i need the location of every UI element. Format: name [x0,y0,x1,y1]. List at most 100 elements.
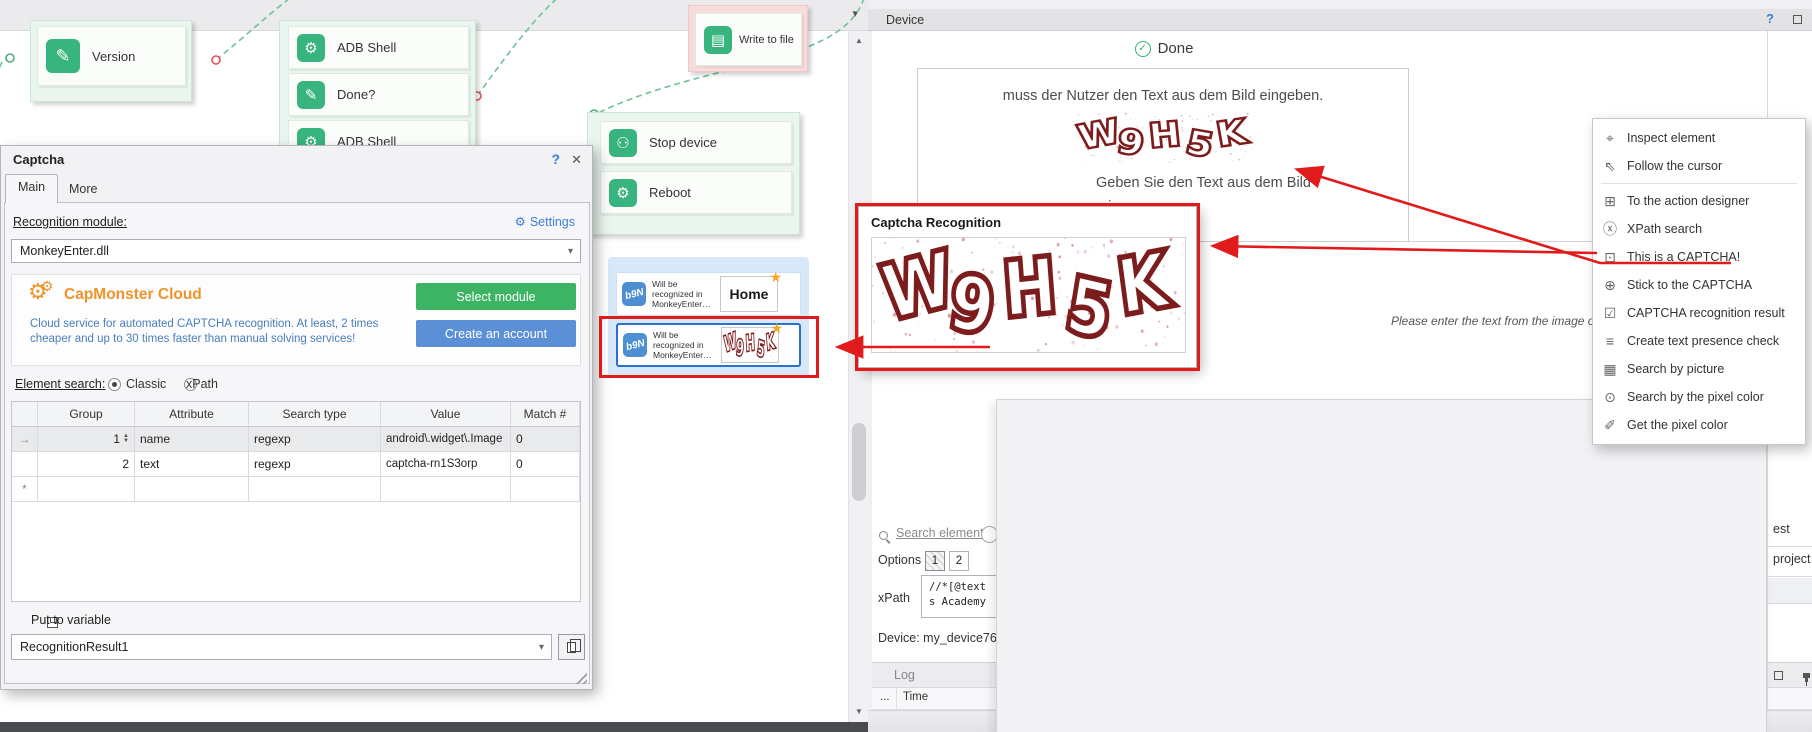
xpath-label: xPath [878,591,910,605]
captcha-thumbnail[interactable]: ★ WW99HH55KK [721,327,779,363]
copy-icon [567,642,576,653]
capmonster-card: ⚙⚙ CapMonster Cloud Cloud service for au… [11,274,581,366]
tab-more[interactable]: More [57,177,109,203]
table-row-new[interactable]: * [12,477,580,502]
svg-text:5: 5 [1061,262,1118,352]
node-icon: ⚇ [609,129,637,157]
follow-the-cursor[interactable]: ⇖ Follow the cursor [1593,152,1805,180]
select-module-button[interactable]: Select module [416,283,576,310]
radio-xpath-label[interactable]: xPath [186,377,218,391]
table-row[interactable]: 2 text regexp captcha-rn1S3orp 0 [12,452,580,477]
tab-main[interactable]: Main [5,174,58,203]
module-value: MonkeyEnter.dll [20,244,109,258]
settings-link[interactable]: ⚙ Settings [515,214,575,229]
flow-group-device-actions: ⚇ Stop device ⚙ Reboot [587,112,800,235]
svg-text:5: 5 [1183,124,1216,163]
menu-item-icon: ⊙ [1593,389,1627,406]
flow-node-label: ADB Shell [337,40,396,55]
flow-node-version[interactable]: ✎ Version [37,26,186,86]
flow-node[interactable]: ⚇ Stop device [600,121,792,164]
search-element-link[interactable]: Search element [896,526,984,540]
copy-variable-button[interactable] [558,634,585,660]
flow-node-label: Version [92,49,135,64]
row-indicator-arrow: → [12,427,38,452]
node-icon: ✎ [297,81,325,109]
recognize-item-home[interactable]: b9N Will be recognized in MonkeyEnter… H… [616,272,801,316]
context-menu: ⌖ Inspect element ⇖ Follow the cursor ⊞ … [1592,118,1806,445]
svg-text:9: 9 [1115,123,1147,163]
menu-item-icon: ⊞ [1593,193,1627,210]
create-account-button[interactable]: Create an account [416,320,576,347]
menu-item-label: Search by picture [1627,362,1724,376]
option-chip-2[interactable]: 2 [949,551,969,571]
create-text-presence-check[interactable]: ≡ Create text presence check [1593,327,1805,355]
menu-item-label: Inspect element [1627,131,1715,145]
overlay-window [996,399,1767,732]
inspect-element[interactable]: ⌖ Inspect element [1593,124,1805,152]
to-the-action-designer[interactable]: ⊞ To the action designer [1593,187,1805,215]
side-row-empty [1768,578,1812,604]
flow-node-label: Reboot [649,185,691,200]
search-by-picture[interactable]: ▦ Search by picture [1593,355,1805,383]
recognition-module-label[interactable]: Recognition module: [13,215,127,229]
table-row[interactable]: → 1▲▼ name regexp android\.widget\.Image… [12,427,580,452]
flow-node[interactable]: ✎ Done? [288,73,469,116]
maximize-icon[interactable] [1793,15,1802,24]
search-by-the-pixel-color[interactable]: ⊙ Search by the pixel color [1593,383,1805,411]
check-circle-icon: ✓ [1135,41,1151,57]
menu-item-icon: ≡ [1593,333,1627,349]
log-col-dots[interactable]: ... [880,691,890,703]
flow-node[interactable]: ⚙ ADB Shell [288,26,469,69]
menu-item-icon: ⇖ [1593,158,1627,175]
col-match[interactable]: Match # [511,402,580,427]
stick-to-the-captcha[interactable]: ⊕ Stick to the CAPTCHA [1593,271,1805,299]
svg-text:H: H [1001,243,1060,335]
recognition-module-select[interactable]: MonkeyEnter.dll ▾ [11,239,581,263]
col-attribute[interactable]: Attribute [135,402,249,427]
this-is-a-captcha[interactable]: ⊡ This is a CAPTCHA! [1593,243,1805,271]
captcha-recognition-result[interactable]: ☑ CAPTCHA recognition result [1593,299,1805,327]
side-tab-project[interactable]: project [1768,548,1812,577]
scrollbar-thumb[interactable] [852,423,866,501]
help-icon[interactable]: ? [551,151,560,167]
home-thumbnail[interactable]: Home ★ [720,276,778,312]
col-value[interactable]: Value [381,402,511,427]
pin-icon[interactable] [1805,677,1808,682]
close-icon[interactable]: ✕ [571,152,582,168]
flow-node-label: Write to file [739,34,794,46]
element-search-table: Group Attribute Search type Value Match … [11,401,581,602]
menu-item-icon: ☑ [1593,305,1627,322]
dialog-content: Recognition module: ⚙ Settings MonkeyEnt… [4,202,590,684]
element-search-label[interactable]: Element search: [15,377,105,391]
captcha-module-icon: b9N [622,282,646,306]
table-header-row: Group Attribute Search type Value Match … [12,402,580,427]
flow-node-write-to-file[interactable]: ▤ Write to file [695,13,802,66]
get-the-pixel-color[interactable]: ✐ Get the pixel color [1593,411,1805,439]
canvas-scrollbar[interactable]: ▲ ▼ [848,31,868,722]
svg-text:5: 5 [756,336,766,362]
col-group[interactable]: Group [38,402,135,427]
radio-classic-label[interactable]: Classic [126,377,166,391]
variable-value: RecognitionResult1 [20,640,128,654]
radio-classic[interactable] [108,378,121,391]
variable-select[interactable]: RecognitionResult1 ▾ [11,634,552,660]
maximize-icon[interactable] [1774,671,1783,680]
spinner-icon[interactable]: ▲▼ [123,434,129,444]
log-col-time[interactable]: Time [903,691,928,703]
xpath-search[interactable]: ⓧ XPath search [1593,215,1805,243]
side-tab-test[interactable]: est [1768,518,1812,547]
help-icon[interactable]: ? [1766,11,1774,26]
device-panel-titlebar[interactable]: Device ? [868,9,1812,31]
option-chip-1[interactable]: 1 [925,551,945,571]
status-done: ✓ Done [1054,40,1274,57]
scroll-up-icon[interactable]: ▲ [849,33,869,49]
options-label: Options [878,553,921,567]
settings-label: Settings [530,215,575,229]
menu-item-label: Search by the pixel color [1627,390,1764,404]
menu-item-icon: ⊕ [1593,277,1627,294]
toolbar-dropdown-icon[interactable]: ▾ [852,7,858,20]
flow-node[interactable]: ⚙ Reboot [600,171,792,214]
scroll-down-icon[interactable]: ▼ [849,704,869,720]
col-search-type[interactable]: Search type [249,402,381,427]
recognize-item-captcha[interactable]: b9N Will be recognized in MonkeyEnter… ★… [616,323,801,367]
